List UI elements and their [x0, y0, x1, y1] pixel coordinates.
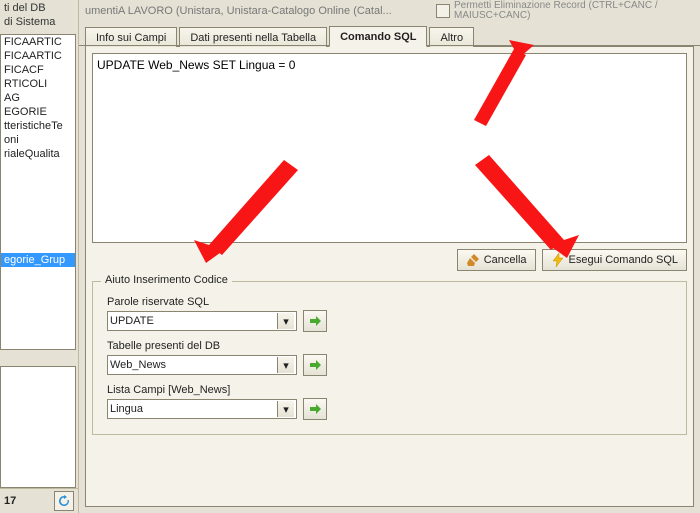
record-count: 17	[4, 495, 54, 507]
tab-sql[interactable]: Comando SQL	[329, 26, 427, 47]
lightning-icon	[551, 253, 565, 267]
tab-content-sql: Cancella Esegui Comando SQL Aiuto Inseri…	[85, 46, 694, 507]
list-item[interactable]: FICACF	[1, 63, 75, 77]
chevron-down-icon[interactable]: ▾	[277, 313, 294, 329]
insert-field-button[interactable]	[303, 398, 327, 420]
list-item[interactable]: FICAARTIC	[1, 35, 75, 49]
chevron-down-icon[interactable]: ▾	[277, 357, 294, 373]
db-object-list[interactable]: FICAARTIC FICAARTIC FICACF RTICOLI AG EG…	[0, 34, 76, 350]
tables-combo[interactable]: Web_News ▾	[107, 355, 297, 375]
allow-delete-checkbox[interactable]	[436, 4, 450, 18]
list-item[interactable]: RTICOLI	[1, 77, 75, 91]
fields-label: Lista Campi [Web_News]	[107, 384, 672, 396]
list-item[interactable]: FICAARTIC	[1, 49, 75, 63]
sidebar: ti del DB di Sistema FICAARTIC FICAARTIC…	[0, 0, 79, 513]
sidebar-header-1: ti del DB	[4, 2, 74, 16]
context-path: umentiA LAVORO (Unistara, Unistara-Catal…	[85, 5, 416, 17]
refresh-button[interactable]	[54, 491, 74, 511]
fields-combo[interactable]: Lingua ▾	[107, 399, 297, 419]
allow-delete-label: Permetti Eliminazione Record (CTRL+CANC …	[454, 1, 694, 21]
tab-bar: Info sui Campi Dati presenti nella Tabel…	[79, 22, 700, 46]
reserved-words-combo[interactable]: UPDATE ▾	[107, 311, 297, 331]
clear-button[interactable]: Cancella	[457, 249, 536, 271]
arrow-right-icon	[308, 402, 322, 416]
main-panel: umentiA LAVORO (Unistara, Unistara-Catal…	[79, 0, 700, 513]
helper-legend: Aiuto Inserimento Codice	[101, 274, 232, 286]
tab-other[interactable]: Altro	[429, 27, 474, 47]
broom-icon	[466, 253, 480, 267]
list-item[interactable]: tteristicheTe	[1, 119, 75, 133]
arrow-right-icon	[308, 358, 322, 372]
refresh-icon	[58, 495, 70, 507]
list-item[interactable]: EGORIE	[1, 105, 75, 119]
tab-data[interactable]: Dati presenti nella Tabella	[179, 27, 327, 47]
sidebar-header-2: di Sistema	[4, 16, 74, 30]
db-object-list-2[interactable]	[0, 366, 76, 488]
list-item-selected[interactable]: egorie_Grup	[1, 253, 75, 267]
reserved-words-label: Parole riservate SQL	[107, 296, 672, 308]
insert-reserved-button[interactable]	[303, 310, 327, 332]
tab-info[interactable]: Info sui Campi	[85, 27, 177, 47]
insert-table-button[interactable]	[303, 354, 327, 376]
chevron-down-icon[interactable]: ▾	[277, 401, 294, 417]
sql-textarea[interactable]	[92, 53, 687, 243]
arrow-right-icon	[308, 314, 322, 328]
execute-sql-button[interactable]: Esegui Comando SQL	[542, 249, 687, 271]
list-item[interactable]: rialeQualita	[1, 147, 75, 161]
list-item[interactable]: AG	[1, 91, 75, 105]
tables-label: Tabelle presenti del DB	[107, 340, 672, 352]
list-item[interactable]: oni	[1, 133, 75, 147]
helper-fieldset: Aiuto Inserimento Codice Parole riservat…	[92, 281, 687, 435]
